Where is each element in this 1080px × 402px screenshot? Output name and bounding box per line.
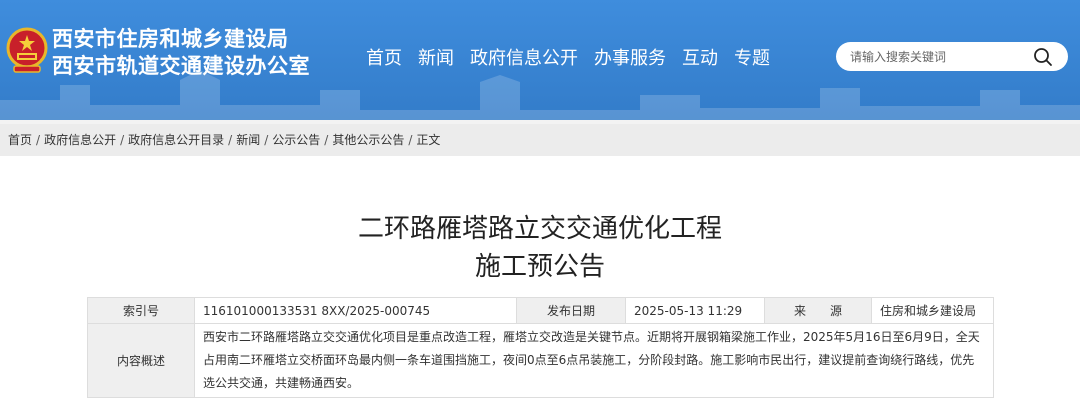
nav-item-home[interactable]: 首页	[366, 44, 402, 70]
article-title: 二环路雁塔路立交交通优化工程 施工预公告	[0, 210, 1080, 286]
source-label: 来 源	[764, 297, 872, 324]
summary-label: 内容概述	[87, 323, 195, 398]
breadcrumb-separator: /	[264, 133, 269, 147]
breadcrumb-other-announcements[interactable]: 其他公示公告	[332, 133, 404, 147]
nav-item-interaction[interactable]: 互动	[682, 44, 718, 70]
breadcrumb-announcements[interactable]: 公示公告	[272, 133, 320, 147]
breadcrumb-gov-info-catalog[interactable]: 政府信息公开目录	[128, 133, 224, 147]
site-header: 西安市住房和城乡建设局 西安市轨道交通建设办公室 首页 新闻 政府信息公开 办事…	[0, 0, 1080, 120]
breadcrumb-news[interactable]: 新闻	[236, 133, 260, 147]
article-title-line1: 二环路雁塔路立交交通优化工程	[357, 214, 722, 244]
breadcrumb-separator: /	[120, 133, 125, 147]
breadcrumb-separator: /	[228, 133, 233, 147]
article-title-line2: 施工预公告	[474, 252, 605, 282]
nav-item-services[interactable]: 办事服务	[594, 44, 666, 70]
article-meta-table: 索引号 116101000133531 8XX/2025-000745 发布日期…	[87, 297, 994, 398]
main-nav: 首页 新闻 政府信息公开 办事服务 互动 专题	[366, 44, 786, 70]
date-label: 发布日期	[516, 297, 626, 324]
source-value: 住房和城乡建设局	[871, 297, 994, 324]
nav-item-topics[interactable]: 专题	[734, 44, 770, 70]
nav-item-gov-info[interactable]: 政府信息公开	[470, 44, 578, 70]
search-icon[interactable]	[1032, 46, 1054, 68]
breadcrumb-home[interactable]: 首页	[8, 133, 32, 147]
breadcrumb-separator: /	[324, 133, 329, 147]
breadcrumb-separator: /	[36, 133, 41, 147]
breadcrumb: 首页 / 政府信息公开 / 政府信息公开目录 / 新闻 / 公示公告 / 其他公示公告 / 正文	[0, 124, 1080, 156]
index-value: 116101000133531 8XX/2025-000745	[194, 297, 517, 324]
date-value: 2025-05-13 11:29	[625, 297, 765, 324]
index-label: 索引号	[87, 297, 195, 324]
site-title-line2: 西安市轨道交通建设办公室	[52, 54, 310, 78]
summary-row: 内容概述 西安市二环路雁塔路立交交通优化项目是重点改造工程，雁塔立交改造是关键节…	[87, 323, 994, 398]
summary-text: 西安市二环路雁塔路立交交通优化项目是重点改造工程，雁塔立交改造是关键节点。近期将…	[194, 323, 994, 398]
breadcrumb-current: 正文	[416, 133, 441, 147]
search-box	[836, 42, 1068, 71]
site-title[interactable]: 西安市住房和城乡建设局 西安市轨道交通建设办公室	[52, 26, 310, 80]
search-input[interactable]	[850, 48, 1030, 65]
breadcrumb-separator: /	[408, 133, 413, 147]
site-title-line1: 西安市住房和城乡建设局	[52, 27, 289, 51]
article-content: 二环路雁塔路立交交通优化工程 施工预公告 索引号 116101000133531…	[0, 156, 1080, 402]
nav-item-news[interactable]: 新闻	[418, 44, 454, 70]
breadcrumb-gov-info[interactable]: 政府信息公开	[44, 133, 116, 147]
meta-row: 索引号 116101000133531 8XX/2025-000745 发布日期…	[87, 297, 994, 324]
national-emblem-icon	[6, 27, 48, 73]
